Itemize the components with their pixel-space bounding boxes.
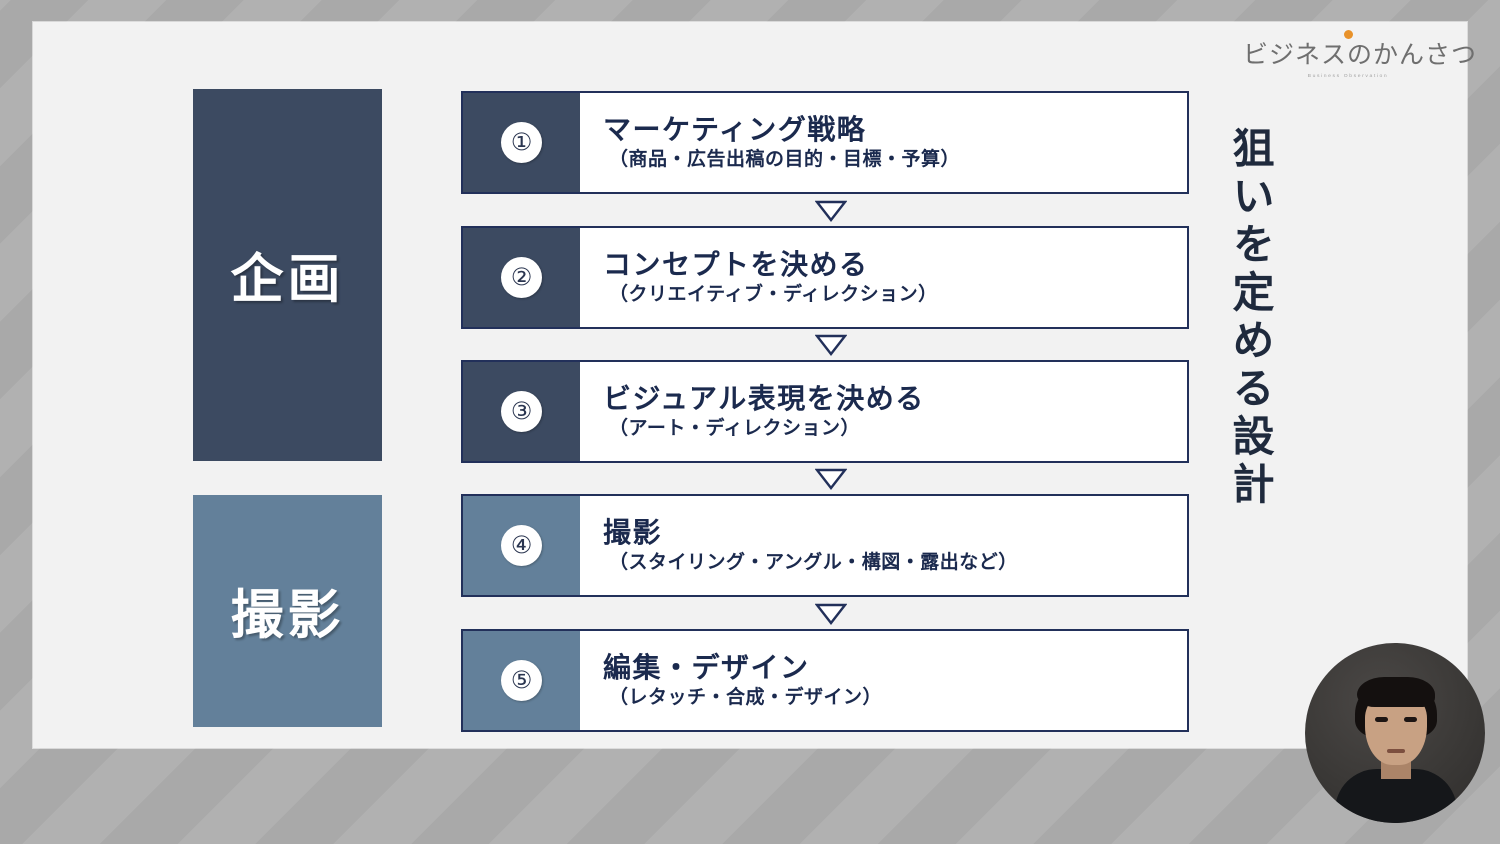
step-number-cell: ④ [463, 496, 580, 595]
arrow-down-icon [814, 334, 848, 356]
arrow-down-icon [814, 200, 848, 222]
video-stage: ビジネスのかんさつ Business Observation 企画 撮影 ① マ… [0, 0, 1500, 844]
step-body: 編集・デザイン （レタッチ・合成・デザイン） [580, 631, 1187, 730]
presenter-eye-right [1404, 717, 1417, 722]
step-number-badge: ② [501, 257, 542, 298]
step-title: コンセプトを決める [603, 249, 869, 281]
brand-logo: ビジネスのかんさつ Business Observation [1243, 30, 1478, 79]
step-row: ④ 撮影 （スタイリング・アングル・構図・露出など） [461, 494, 1189, 597]
step-row: ⑤ 編集・デザイン （レタッチ・合成・デザイン） [461, 629, 1189, 732]
step-number-cell: ⑤ [463, 631, 580, 730]
step-body: マーケティング戦略 （商品・広告出稿の目的・目標・予算） [580, 93, 1187, 192]
step-body: ビジュアル表現を決める （アート・ディレクション） [580, 362, 1187, 461]
category-block-planning: 企画 [193, 89, 382, 461]
step-row: ① マーケティング戦略 （商品・広告出稿の目的・目標・予算） [461, 91, 1189, 194]
step-number-badge: ① [501, 122, 542, 163]
presenter-video-bubble [1305, 643, 1485, 823]
step-row: ② コンセプトを決める （クリエイティブ・ディレクション） [461, 226, 1189, 329]
step-subtitle: （スタイリング・アングル・構図・露出など） [609, 552, 1018, 574]
arrow-down-icon [814, 603, 848, 625]
step-number-cell: ③ [463, 362, 580, 461]
side-caption: 狙いを定める設計 [1227, 126, 1274, 510]
step-number-badge: ⑤ [501, 660, 542, 701]
step-number-cell: ① [463, 93, 580, 192]
category-block-shooting: 撮影 [193, 495, 382, 727]
arrow-down-icon [814, 468, 848, 490]
logo-dot-icon [1343, 30, 1353, 39]
step-number-badge: ④ [501, 525, 542, 566]
step-body: 撮影 （スタイリング・アングル・構図・露出など） [580, 496, 1187, 595]
slide-panel: ビジネスのかんさつ Business Observation 企画 撮影 ① マ… [33, 22, 1478, 748]
step-subtitle: （商品・広告出稿の目的・目標・予算） [609, 149, 961, 171]
presenter-eye-left [1375, 717, 1388, 722]
logo-subtitle: Business Observation [1307, 73, 1389, 79]
step-title: 撮影 [603, 517, 663, 549]
step-number-cell: ② [463, 228, 580, 327]
step-title: 編集・デザイン [603, 652, 810, 684]
presenter-fringe [1357, 677, 1435, 707]
category-label: 撮影 [230, 586, 345, 645]
step-number-badge: ③ [501, 391, 542, 432]
step-subtitle: （アート・ディレクション） [609, 418, 861, 440]
step-title: マーケティング戦略 [603, 114, 867, 146]
logo-wordmark: ビジネスのかんさつ [1243, 41, 1478, 69]
step-subtitle: （クリエイティブ・ディレクション） [609, 284, 938, 306]
step-body: コンセプトを決める （クリエイティブ・ディレクション） [580, 228, 1187, 327]
presenter-mouth [1387, 749, 1405, 753]
step-row: ③ ビジュアル表現を決める （アート・ディレクション） [461, 360, 1189, 463]
step-subtitle: （レタッチ・合成・デザイン） [609, 687, 883, 709]
category-label: 企画 [230, 250, 345, 309]
step-title: ビジュアル表現を決める [603, 383, 925, 415]
